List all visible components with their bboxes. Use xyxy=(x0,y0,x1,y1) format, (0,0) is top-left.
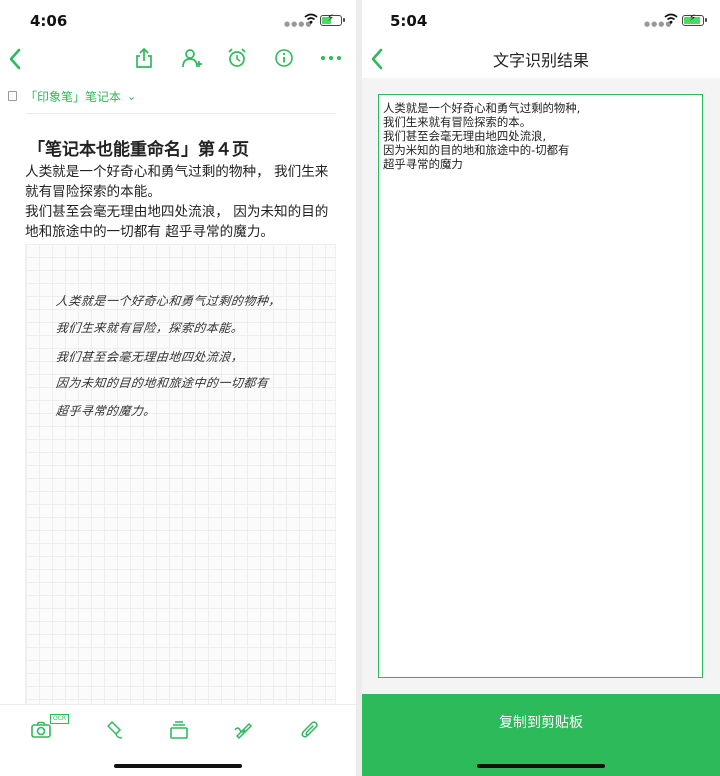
chevron-left-icon[interactable] xyxy=(8,42,22,77)
handwriting-line: 因为未知的目的地和旅途中的一切都有 xyxy=(55,376,270,390)
note-screen: 4:06 ●●●● ⚡ 「印象笔」笔记本 ⌄ 「笔记本也能重命名」第４页 人类就… xyxy=(0,0,356,776)
stack-icon[interactable] xyxy=(166,717,192,743)
copy-button-label: 复制到剪贴板 xyxy=(499,715,583,731)
note-body-line: 就有冒险探索的本能。 xyxy=(25,184,161,200)
note-body[interactable]: 人类就是一个好奇心和勇气过剩的物种， 我们生来 就有冒险探索的本能。 我们甚至会… xyxy=(25,162,341,242)
ocr-result-screen: 5:04 ●●●● ⚡ 文字识别结果 人类就是一个好奇心和勇气过剩的物种, 我们… xyxy=(362,0,720,776)
nav-bar xyxy=(0,40,356,76)
notebook-label: 「印象笔」笔记本 xyxy=(25,89,122,104)
result-area: 人类就是一个好奇心和勇气过剩的物种, 我们生来就有冒险探索的本。 我们甚至会毫无… xyxy=(362,78,720,694)
wifi-icon xyxy=(664,13,678,28)
status-bar: 5:04 ●●●● ⚡ xyxy=(362,0,720,40)
charging-icon: ⚡ xyxy=(689,13,697,24)
handwriting-line: 我们生来就有冒险，探索的本能。 xyxy=(55,321,245,335)
battery-icon: ⚡ xyxy=(320,13,345,26)
divider xyxy=(26,113,336,114)
page-title: 文字识别结果 xyxy=(492,51,589,70)
note-title[interactable]: 「笔记本也能重命名」第４页 xyxy=(28,135,249,160)
handwriting-line: 超乎寻常的魔力。 xyxy=(55,404,157,418)
result-line: 因为米知的目的地和旅途中的-切都有 xyxy=(383,143,570,157)
wifi-icon xyxy=(304,13,318,28)
copy-to-clipboard-button[interactable]: 复制到剪贴板 xyxy=(362,694,720,776)
ocr-badge: OCR xyxy=(50,714,70,724)
handwriting-image[interactable] xyxy=(25,244,336,704)
status-time: 5:04 xyxy=(390,12,428,30)
battery-icon: ⚡ xyxy=(682,13,707,26)
status-bar: 4:06 ●●●● ⚡ xyxy=(0,0,356,40)
bottom-toolbar: OCR xyxy=(0,704,356,776)
alarm-icon[interactable] xyxy=(225,46,249,70)
result-line: 我们生来就有冒险探索的本。 xyxy=(383,115,532,129)
pen-icon[interactable] xyxy=(103,717,129,743)
status-time: 4:06 xyxy=(30,12,68,30)
share-icon[interactable] xyxy=(132,46,156,70)
note-body-line: 我们甚至会毫无理由地四处流浪， 因为未知的目的 xyxy=(25,204,329,220)
notebook-icon xyxy=(8,91,17,101)
paperclip-icon[interactable] xyxy=(297,717,323,743)
sketch-icon[interactable] xyxy=(231,717,257,743)
home-indicator xyxy=(477,764,605,768)
result-line: 人类就是一个好奇心和勇气过剩的物种, xyxy=(383,101,581,115)
note-body-line: 人类就是一个好奇心和勇气过剩的物种， 我们生来 xyxy=(25,164,329,180)
ocr-result-textarea[interactable]: 人类就是一个好奇心和勇气过剩的物种, 我们生来就有冒险探索的本。 我们甚至会毫无… xyxy=(378,94,703,678)
home-indicator xyxy=(114,764,242,768)
notebook-selector[interactable]: 「印象笔」笔记本 ⌄ xyxy=(8,84,346,108)
charging-icon: ⚡ xyxy=(327,13,335,24)
handwriting-line: 我们甚至会毫无理由地四处流浪， xyxy=(55,350,245,364)
add-user-icon[interactable] xyxy=(180,46,204,70)
chevron-down-icon: ⌄ xyxy=(127,89,137,103)
info-icon[interactable] xyxy=(272,46,296,70)
handwriting-line: 人类就是一个好奇心和勇气过剩的物种， xyxy=(55,294,282,308)
result-line: 我们甚至会毫无理由地四处流浪, xyxy=(383,129,547,143)
result-line: 超乎寻常的魔力 xyxy=(383,157,463,171)
more-icon[interactable] xyxy=(319,46,343,70)
note-body-line: 地和旅途中的一切都有 超乎寻常的魔力。 xyxy=(25,224,275,240)
